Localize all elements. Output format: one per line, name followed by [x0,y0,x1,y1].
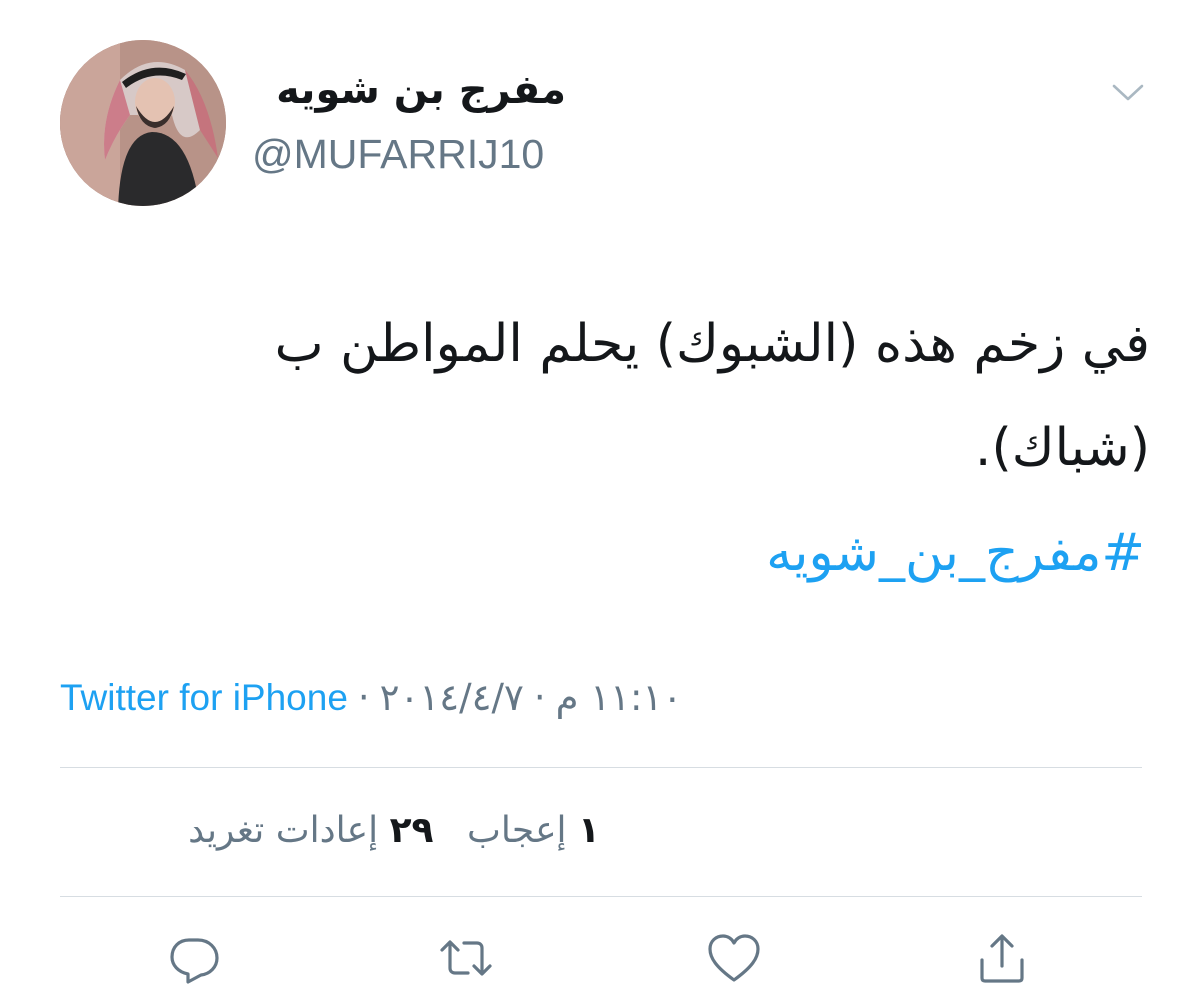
retweet-icon[interactable] [438,930,494,986]
likes-count: ١ [578,810,600,851]
chevron-down-icon[interactable] [1108,74,1148,110]
tweet-text-line: في زخم هذه (الشبوك) يحلم المواطن ب [274,314,1150,374]
retweets-stat[interactable]: ٢٩ إعادات تغريد [188,810,433,851]
reply-icon[interactable] [166,930,222,986]
tweet-stats: ١ إعجاب ٢٩ إعادات تغريد [60,800,600,862]
divider [60,767,1142,768]
tweet-detail: مفرج بن شويه @MUFARRIJ10 في زخم هذه (الش… [0,0,1200,997]
tweet-meta: Twitter for iPhone · ٢٠١٤/٤/٧ · ١١:١٠ م [60,668,682,728]
tweet-text: في زخم هذه (الشبوك) يحلم المواطن ب (شباك… [100,292,1150,500]
meta-separator: · [533,676,546,719]
hashtag-link[interactable]: #مفرج_بن_شويه [600,510,1145,596]
tweet-time: ١١:١٠ م [555,676,683,719]
likes-stat[interactable]: ١ إعجاب [467,810,600,851]
heart-icon[interactable] [706,930,762,986]
share-icon[interactable] [974,930,1030,986]
avatar[interactable] [60,40,226,206]
user-handle[interactable]: @MUFARRIJ10 [252,126,544,182]
meta-separator: · [357,676,370,719]
source-link[interactable]: Twitter for iPhone [60,677,348,718]
retweets-count: ٢٩ [389,810,434,851]
tweet-text-line: (شباك). [974,418,1150,478]
divider [60,896,1142,897]
display-name[interactable]: مفرج بن شويه [252,62,566,118]
retweets-label: إعادات تغريد [188,810,379,851]
tweet-date: ٢٠١٤/٤/٧ [379,676,524,719]
avatar-image [60,40,226,206]
likes-label: إعجاب [466,810,567,851]
